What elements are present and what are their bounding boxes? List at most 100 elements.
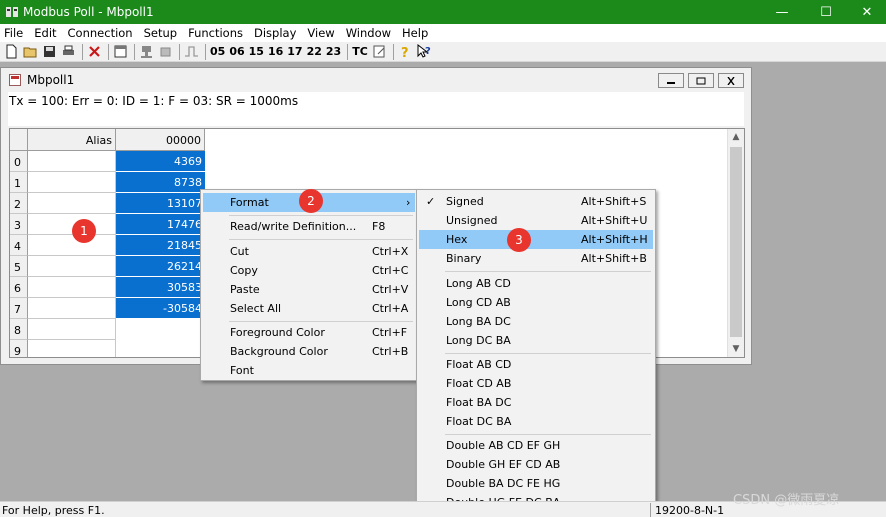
- context-menu-item-font[interactable]: Font: [203, 361, 415, 380]
- row-header[interactable]: 1: [10, 172, 28, 193]
- alias-cell[interactable]: [28, 340, 116, 357]
- register-value-cell[interactable]: [116, 340, 205, 357]
- row-header[interactable]: 4: [10, 235, 28, 256]
- minimize-button[interactable]: —: [760, 0, 804, 24]
- menu-functions[interactable]: Functions: [188, 26, 249, 40]
- context-menu: Format › Read/write Definition... F8 Cut Ctrl…: [200, 189, 418, 381]
- child-minimize-button[interactable]: [658, 73, 684, 88]
- tc-button[interactable]: TC: [351, 43, 369, 60]
- new-icon[interactable]: [3, 43, 20, 60]
- alias-cell[interactable]: [28, 172, 116, 193]
- format-item-float-ab-cd[interactable]: Float AB CD: [419, 355, 653, 374]
- row-header[interactable]: 9: [10, 340, 28, 357]
- menu-window[interactable]: Window: [346, 26, 397, 40]
- row-header[interactable]: 8: [10, 319, 28, 340]
- row-header[interactable]: 2: [10, 193, 28, 214]
- format-item-unsigned[interactable]: Unsigned Alt+Shift+U: [419, 211, 653, 230]
- menu-connection[interactable]: Connection: [68, 26, 139, 40]
- row-header[interactable]: 5: [10, 256, 28, 277]
- menu-setup[interactable]: Setup: [144, 26, 183, 40]
- fc-17-button[interactable]: 17: [286, 43, 303, 60]
- menu-item-shortcut: Ctrl+A: [372, 302, 409, 315]
- register-value-cell[interactable]: 17476: [116, 214, 205, 235]
- delete-icon[interactable]: [86, 43, 103, 60]
- alias-cell[interactable]: [28, 256, 116, 277]
- fc-16-button[interactable]: 16: [267, 43, 284, 60]
- format-item-signed[interactable]: ✓ Signed Alt+Shift+S: [419, 192, 653, 211]
- child-close-button[interactable]: [718, 73, 744, 88]
- context-menu-item-select-all[interactable]: Select All Ctrl+A: [203, 299, 415, 318]
- alias-cell[interactable]: [28, 319, 116, 340]
- menu-display[interactable]: Display: [254, 26, 302, 40]
- fc-23-button[interactable]: 23: [325, 43, 342, 60]
- register-value-cell[interactable]: 13107: [116, 193, 205, 214]
- menu-view[interactable]: View: [307, 26, 340, 40]
- annotation-badge-2: 2: [299, 189, 323, 213]
- menu-edit[interactable]: Edit: [34, 26, 62, 40]
- fc-15-button[interactable]: 15: [248, 43, 265, 60]
- row-header[interactable]: 3: [10, 214, 28, 235]
- window-icon[interactable]: [112, 43, 129, 60]
- register-value-cell[interactable]: 30583: [116, 277, 205, 298]
- format-item-float-ba-dc[interactable]: Float BA DC: [419, 393, 653, 412]
- format-item-double-ab-cd-ef-gh[interactable]: Double AB CD EF GH: [419, 436, 653, 455]
- format-item-long-dc-ba[interactable]: Long DC BA: [419, 331, 653, 350]
- row-header[interactable]: 6: [10, 277, 28, 298]
- register-value-cell[interactable]: -30584: [116, 298, 205, 319]
- traffic-icon[interactable]: [371, 43, 388, 60]
- menu-file[interactable]: File: [4, 26, 29, 40]
- alias-cell[interactable]: [28, 235, 116, 256]
- context-menu-item-paste[interactable]: Paste Ctrl+V: [203, 280, 415, 299]
- context-help-icon[interactable]: ?: [416, 43, 433, 60]
- close-button[interactable]: ✕: [845, 0, 886, 24]
- register-value-cell[interactable]: 26214: [116, 256, 205, 277]
- status-help-text: For Help, press F1.: [2, 504, 105, 517]
- print-icon[interactable]: [60, 43, 77, 60]
- scroll-up-icon[interactable]: ▲: [728, 129, 744, 145]
- register-value-cell[interactable]: 8738: [116, 172, 205, 193]
- alias-cell[interactable]: [28, 151, 116, 172]
- alias-cell[interactable]: [28, 298, 116, 319]
- fc-05-button[interactable]: 05: [209, 43, 226, 60]
- alias-cell[interactable]: [28, 277, 116, 298]
- context-menu-item-copy[interactable]: Copy Ctrl+C: [203, 261, 415, 280]
- register-value-cell[interactable]: [116, 319, 205, 340]
- format-item-double-ba-dc-fe-hg[interactable]: Double BA DC FE HG: [419, 474, 653, 493]
- toolbar-separator: [392, 43, 394, 60]
- context-menu-item-foreground-color[interactable]: Foreground Color Ctrl+F: [203, 323, 415, 342]
- format-item-hex[interactable]: Hex Alt+Shift+H: [419, 230, 653, 249]
- format-item-float-cd-ab[interactable]: Float CD AB: [419, 374, 653, 393]
- child-maximize-button[interactable]: [688, 73, 714, 88]
- format-item-long-cd-ab[interactable]: Long CD AB: [419, 293, 653, 312]
- maximize-button[interactable]: ☐: [804, 0, 848, 24]
- register-value-cell[interactable]: 4369: [116, 151, 205, 172]
- scroll-down-icon[interactable]: ▼: [728, 341, 744, 357]
- format-item-long-ab-cd[interactable]: Long AB CD: [419, 274, 653, 293]
- context-menu-item-read-write-definition[interactable]: Read/write Definition... F8: [203, 217, 415, 236]
- toolbar-separator: [82, 43, 83, 60]
- format-submenu: ✓ Signed Alt+Shift+S Unsigned Alt+Shift+U Hex…: [416, 189, 656, 515]
- menu-item-shortcut: Alt+Shift+H: [581, 233, 648, 246]
- alias-cell[interactable]: [28, 193, 116, 214]
- format-item-float-dc-ba[interactable]: Float DC BA: [419, 412, 653, 431]
- register-value-cell[interactable]: 21845: [116, 235, 205, 256]
- fc-06-button[interactable]: 06: [228, 43, 245, 60]
- save-icon[interactable]: [41, 43, 58, 60]
- open-icon[interactable]: [22, 43, 39, 60]
- format-item-long-ba-dc[interactable]: Long BA DC: [419, 312, 653, 331]
- context-menu-item-cut[interactable]: Cut Ctrl+X: [203, 242, 415, 261]
- context-menu-item-background-color[interactable]: Background Color Ctrl+B: [203, 342, 415, 361]
- grid-vertical-scrollbar[interactable]: ▲ ▼: [727, 129, 744, 357]
- row-header[interactable]: 7: [10, 298, 28, 319]
- disconnect-icon[interactable]: [157, 43, 174, 60]
- help-icon[interactable]: ?: [397, 43, 414, 60]
- svg-text:?: ?: [425, 46, 431, 57]
- pulse-icon[interactable]: [183, 43, 200, 60]
- format-item-binary[interactable]: Binary Alt+Shift+B: [419, 249, 653, 268]
- format-item-double-gh-ef-cd-ab[interactable]: Double GH EF CD AB: [419, 455, 653, 474]
- row-header[interactable]: 0: [10, 151, 28, 172]
- menu-help[interactable]: Help: [402, 26, 434, 40]
- fc-22-button[interactable]: 22: [306, 43, 323, 60]
- connect-icon[interactable]: [138, 43, 155, 60]
- scroll-thumb[interactable]: [730, 147, 742, 337]
